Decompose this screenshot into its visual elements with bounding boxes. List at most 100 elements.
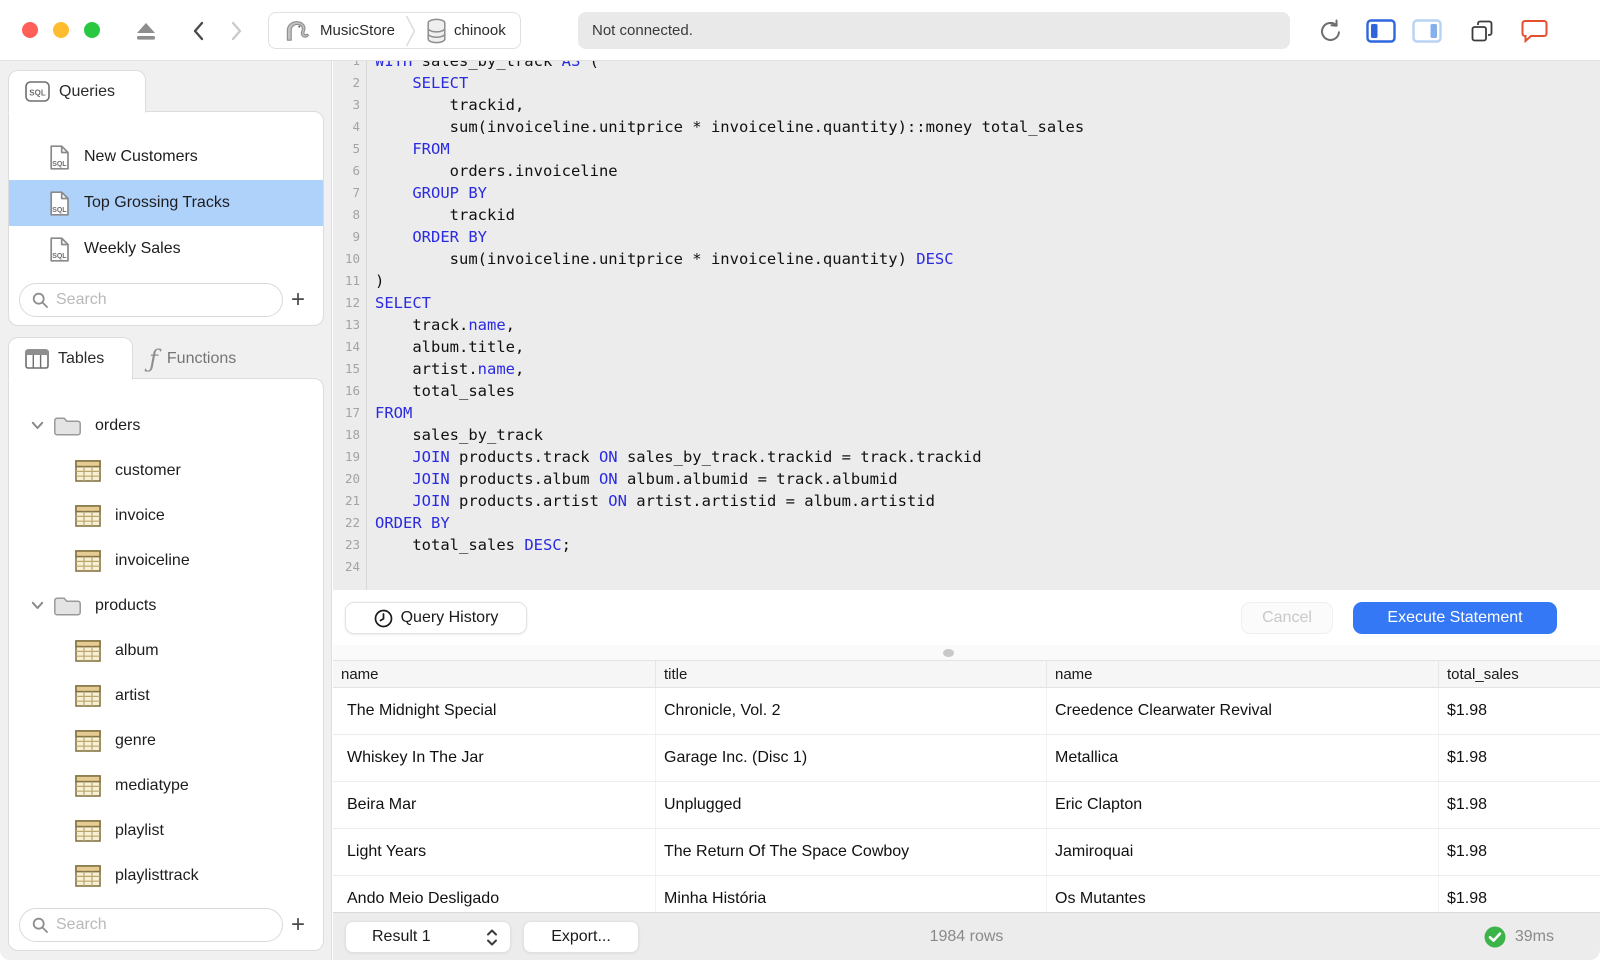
result-cell: Eric Clapton — [1047, 782, 1439, 828]
tree-table-row[interactable]: playlisttrack — [9, 853, 323, 898]
tab-queries-label: Queries — [59, 82, 116, 100]
tab-tables[interactable]: Tables — [8, 337, 133, 380]
line-number: 22 — [344, 515, 360, 530]
column-header[interactable]: title — [656, 661, 1047, 687]
sql-code: 1WITH sales_by_track AS (2 SELECT3 track… — [333, 61, 1600, 578]
result-row[interactable]: The Midnight Special Chronicle, Vol. 2 Cre… — [333, 688, 1600, 735]
tree-schema-row[interactable]: orders — [9, 403, 323, 448]
column-header[interactable]: name — [333, 661, 656, 687]
line-number: 8 — [352, 207, 360, 222]
column-header[interactable]: total_sales — [1439, 661, 1600, 687]
column-header[interactable]: name — [1047, 661, 1439, 687]
tree-table-row[interactable]: playlist — [9, 808, 323, 853]
code-line: 10 sum(invoiceline.unitprice * invoiceli… — [333, 248, 1600, 270]
eject-disconnect-button[interactable] — [131, 17, 161, 45]
code-text: JOIN products.album ON album.albumid = t… — [412, 470, 898, 488]
export-button[interactable]: Export... — [523, 921, 639, 953]
tree-table-row[interactable]: invoice — [9, 493, 323, 538]
execute-statement-button[interactable]: Execute Statement — [1353, 602, 1557, 634]
chevron-down-icon[interactable] — [31, 601, 44, 610]
code-text: sum(invoiceline.unitprice * invoiceline.… — [375, 118, 1085, 136]
back-button[interactable] — [183, 17, 213, 45]
code-line: 20 JOIN products.album ON album.albumid … — [333, 468, 1600, 490]
sql-editor[interactable]: 1WITH sales_by_track AS (2 SELECT3 track… — [333, 61, 1600, 590]
query-history-button[interactable]: Query History — [345, 602, 527, 634]
table-label: genre — [115, 731, 156, 749]
tree-table-row[interactable]: customer — [9, 448, 323, 493]
breadcrumb-server[interactable]: MusicStore — [273, 13, 405, 48]
feedback-button[interactable] — [1519, 17, 1549, 45]
tree-table-row[interactable]: invoiceline — [9, 538, 323, 583]
code-line: 22 ORDER BY — [333, 512, 1600, 534]
connection-status-text: Not connected. — [592, 22, 693, 39]
tab-tables-label: Tables — [58, 349, 105, 367]
code-text: ORDER BY — [375, 514, 450, 532]
result-cell: The Midnight Special — [333, 688, 656, 734]
main-pane: 1WITH sales_by_track AS (2 SELECT3 track… — [333, 61, 1600, 960]
result-cell: $1.98 — [1447, 702, 1488, 719]
close-window-button[interactable] — [22, 22, 38, 38]
tables-search-placeholder: Search — [56, 916, 107, 933]
result-cell: Os Mutantes — [1047, 876, 1439, 912]
svg-text:SQL: SQL — [52, 253, 67, 260]
add-query-button[interactable]: + — [283, 286, 313, 314]
code-line: 8 trackid — [333, 204, 1600, 226]
code-text: sales_by_track — [375, 426, 543, 444]
code-text: FROM — [412, 140, 450, 158]
splitter-handle[interactable] — [943, 649, 954, 657]
result-row[interactable]: Beira Mar Unplugged Eric Clapton $1.98 — [333, 782, 1600, 829]
clock-icon — [374, 609, 392, 627]
code-line: 18 sales_by_track — [333, 424, 1600, 446]
result-cell: $1.98 — [1447, 749, 1488, 766]
code-line: 15 artist.name, — [333, 358, 1600, 380]
toggle-left-sidebar-button[interactable] — [1366, 17, 1396, 45]
query-list-item[interactable]: SQL Top Grossing Tracks — [9, 180, 323, 226]
toggle-right-sidebar-button[interactable] — [1412, 17, 1442, 45]
tab-functions[interactable]: ƒ Functions — [133, 337, 283, 380]
query-list-item[interactable]: SQL New Customers — [9, 134, 323, 180]
tab-functions-label: Functions — [166, 349, 237, 367]
code-line: 21 JOIN products.artist ON artist.artist… — [333, 490, 1600, 512]
forward-button[interactable] — [222, 17, 252, 45]
cancel-button[interactable]: Cancel — [1241, 602, 1333, 634]
line-number: 13 — [344, 317, 360, 332]
chat-icon — [1521, 20, 1547, 43]
tree-table-row[interactable]: album — [9, 628, 323, 673]
tree-table-row[interactable]: artist — [9, 673, 323, 718]
chevron-down-icon[interactable] — [31, 421, 44, 430]
line-number: 10 — [344, 251, 360, 266]
table-label: invoiceline — [115, 551, 190, 569]
code-text: FROM — [375, 404, 413, 422]
code-line: 6 orders.invoiceline — [333, 160, 1600, 182]
result-selector[interactable]: Result 1 — [345, 921, 511, 953]
queries-search-row: Search + — [19, 283, 313, 317]
query-list-item[interactable]: SQL Weekly Sales — [9, 226, 323, 272]
result-cell: The Return Of The Space Cowboy — [656, 829, 1047, 875]
breadcrumb-database[interactable]: chinook — [416, 13, 516, 48]
zoom-window-button[interactable] — [84, 22, 100, 38]
minimize-window-button[interactable] — [53, 22, 69, 38]
table-label: playlisttrack — [115, 866, 199, 884]
line-number: 24 — [344, 559, 360, 574]
table-label: album — [115, 641, 159, 659]
back-icon — [193, 21, 204, 41]
result-cell: Jamiroquai — [1047, 829, 1439, 875]
tree-schema-row[interactable]: products — [9, 583, 323, 628]
tables-search-input[interactable]: Search — [19, 908, 283, 942]
breadcrumb-database-label: chinook — [454, 22, 506, 39]
result-cell: Metallica — [1047, 735, 1439, 781]
tab-queries[interactable]: SQL Queries — [8, 70, 146, 113]
tree-table-row[interactable]: mediatype — [9, 763, 323, 808]
tree-table-row[interactable]: genre — [9, 718, 323, 763]
result-row[interactable]: Whiskey In The Jar Garage Inc. (Disc 1) Me… — [333, 735, 1600, 782]
breadcrumb: MusicStore chinook — [268, 12, 521, 49]
refresh-button[interactable] — [1315, 17, 1345, 45]
manage-windows-button[interactable] — [1467, 17, 1497, 45]
queries-search-input[interactable]: Search — [19, 283, 283, 317]
result-row[interactable]: Light Years The Return Of The Space Cowbo… — [333, 829, 1600, 876]
code-text: GROUP BY — [412, 184, 487, 202]
eject-icon — [137, 22, 155, 40]
result-row[interactable]: Ando Meio Desligado Minha História Os Muta… — [333, 876, 1600, 912]
add-table-button[interactable]: + — [283, 911, 313, 939]
pane-splitter[interactable] — [333, 645, 1600, 660]
